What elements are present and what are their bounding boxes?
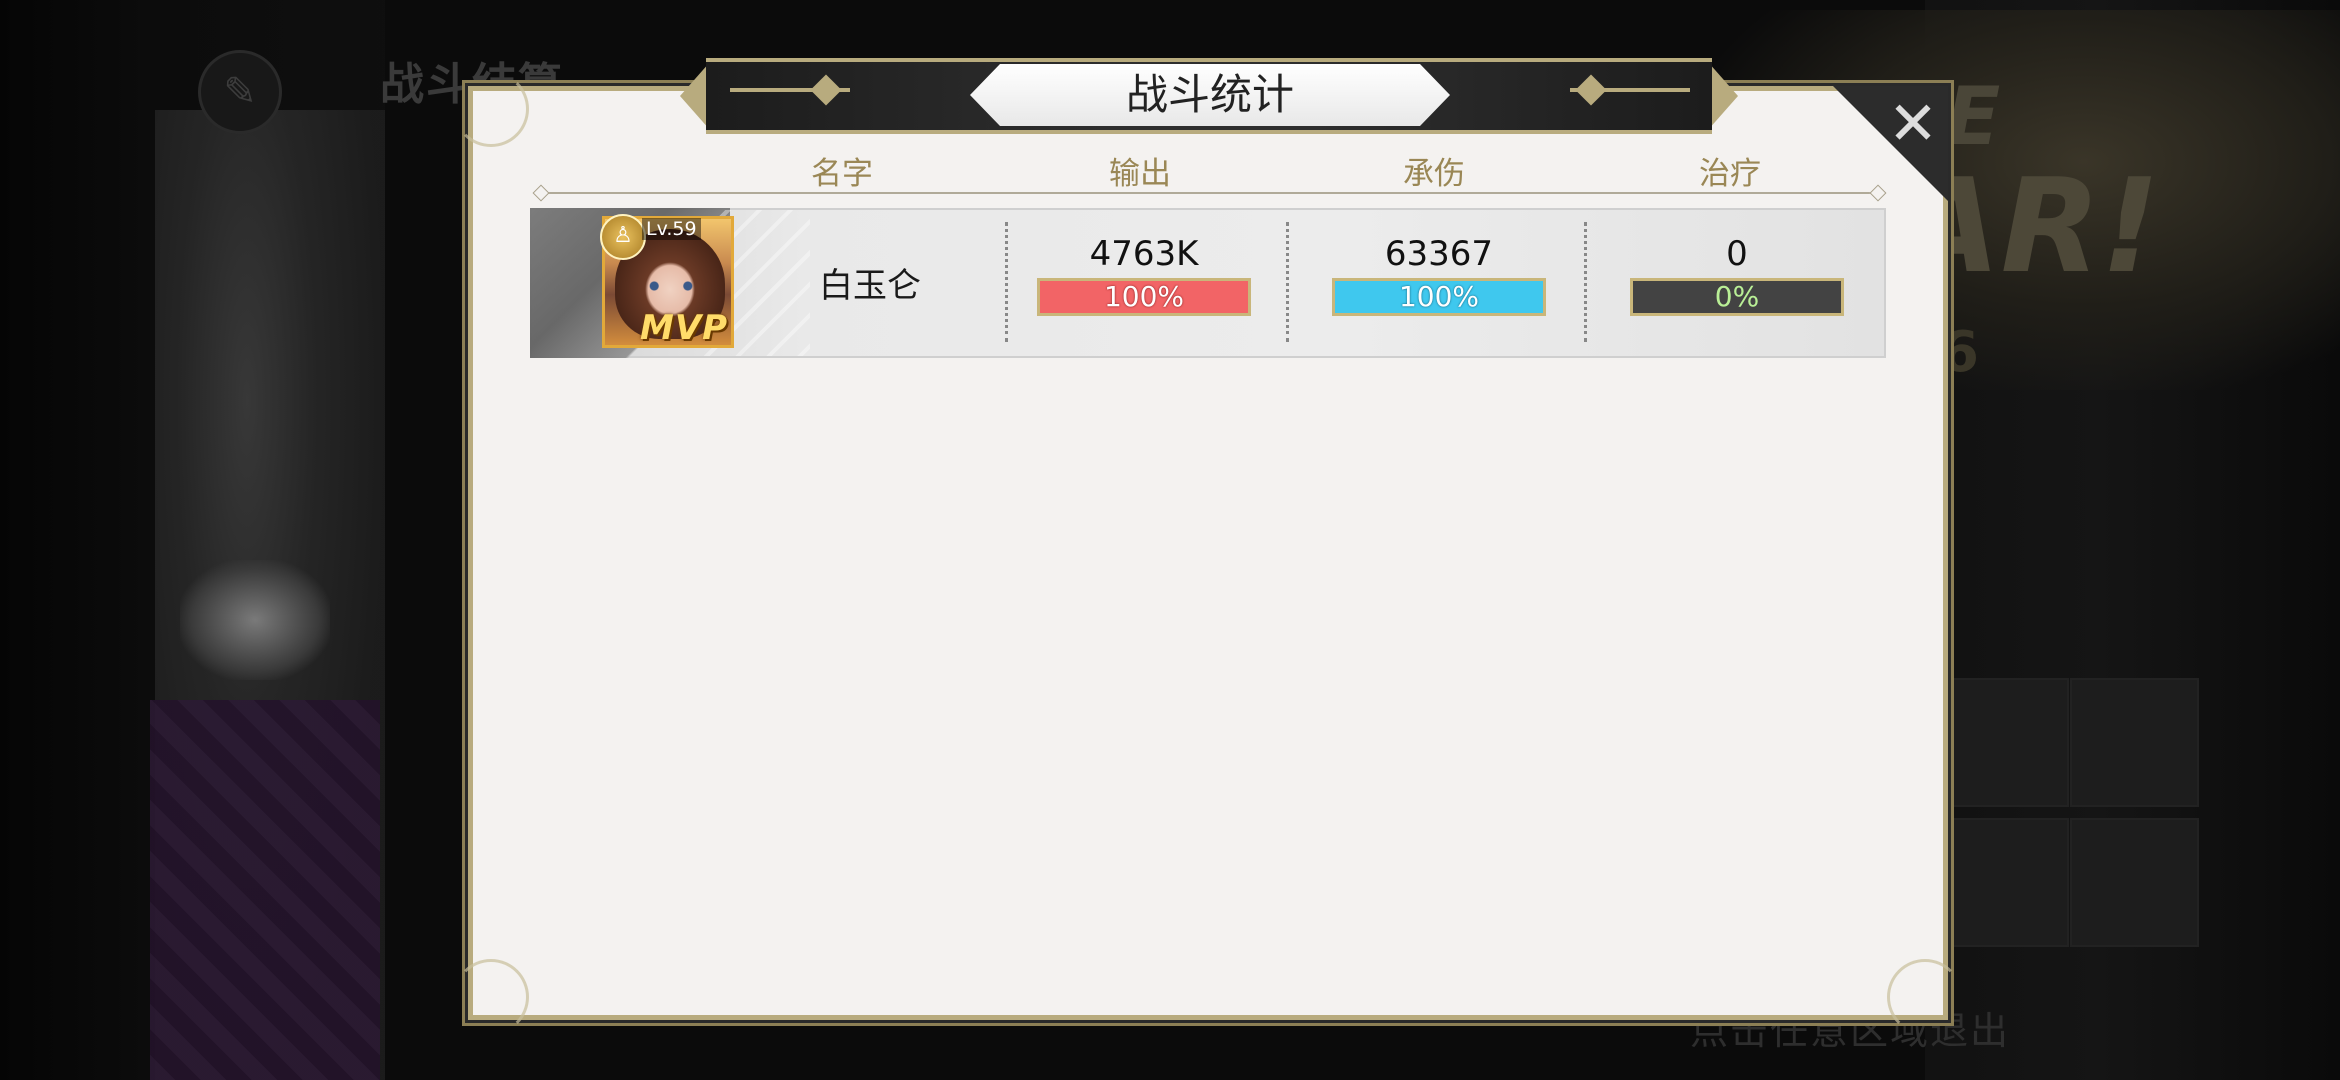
column-header-damage: 输出 xyxy=(1109,156,1171,192)
column-header-name: 名字 xyxy=(811,156,873,192)
portrait-eyes xyxy=(643,281,699,291)
damage-value: 4763K xyxy=(1089,234,1199,274)
edit-icon: ✎ xyxy=(198,50,282,134)
reward-slot xyxy=(2070,678,2199,807)
class-emblem-icon: ♙ xyxy=(600,214,646,260)
column-header-heal: 治疗 xyxy=(1699,156,1761,192)
column-separator xyxy=(1584,222,1587,342)
corner-ornament xyxy=(453,71,529,147)
background-character-ribbon xyxy=(180,560,330,680)
dialog-title: 战斗统计 xyxy=(1125,70,1294,119)
mvp-badge: MVP xyxy=(640,308,729,348)
reward-slot xyxy=(1940,818,2069,947)
character-name: 白玉仑 xyxy=(819,266,921,306)
damage-taken-percent-bar: 100% xyxy=(1332,278,1546,316)
reward-slot xyxy=(2070,818,2199,947)
character-level: Lv.59 xyxy=(642,218,701,240)
header-divider xyxy=(538,192,1880,194)
column-separator xyxy=(1286,222,1289,342)
column-header-taken: 承伤 xyxy=(1403,156,1465,192)
background-character-dress xyxy=(150,700,380,1080)
reward-slot xyxy=(1940,678,2069,807)
damage-percent-bar: 100% xyxy=(1037,278,1251,316)
heal-percent-bar: 0% xyxy=(1630,278,1844,316)
corner-ornament xyxy=(1887,959,1963,1035)
corner-ornament xyxy=(453,959,529,1035)
close-button[interactable]: ✕ xyxy=(1878,92,1948,162)
heal-value: 0 xyxy=(1726,234,1748,274)
column-separator xyxy=(1005,222,1008,342)
banner-end xyxy=(1708,62,1738,130)
damage-taken-value: 63367 xyxy=(1384,234,1494,274)
